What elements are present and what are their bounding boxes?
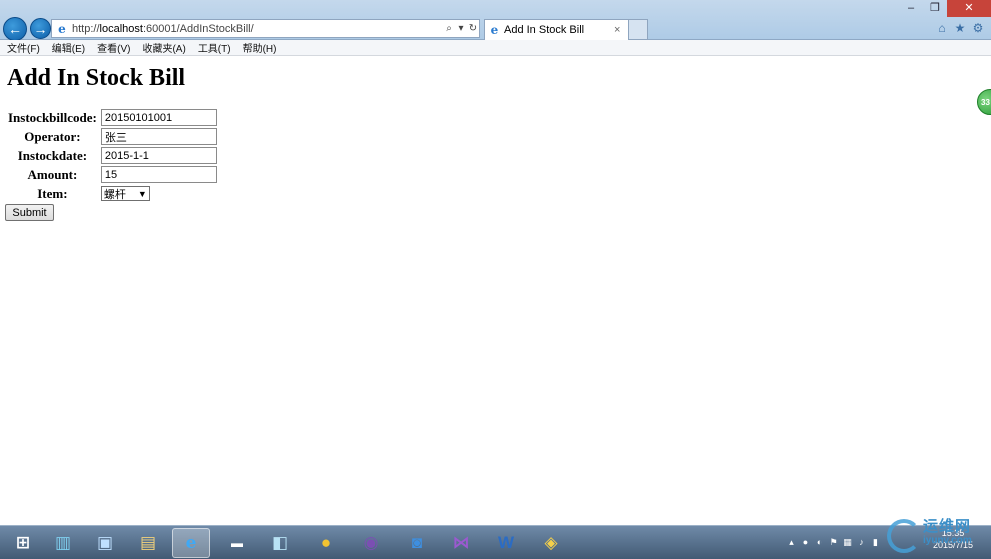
menu-edit[interactable]: 编辑(E) xyxy=(52,40,85,55)
chevron-down-icon: ▼ xyxy=(137,188,147,199)
form-row-item: Item: 螺杆 ▼ xyxy=(7,185,218,202)
forward-arrow-icon: → xyxy=(33,20,48,37)
instockbillcode-input[interactable] xyxy=(100,109,217,126)
minimize-button[interactable]: – xyxy=(899,0,923,17)
floating-badge[interactable]: 33 xyxy=(977,89,991,115)
dropdown-icon[interactable]: ▾ xyxy=(455,23,467,34)
browser-chrome: – ❐ ✕ ← → e http://localhost:60001/AddIn… xyxy=(0,0,991,41)
url-prefix: http:// xyxy=(72,22,100,35)
yellow-app-icon[interactable]: ● xyxy=(307,528,345,558)
item-label: Item: xyxy=(37,185,68,201)
python-icon[interactable]: ◈ xyxy=(532,528,570,558)
menu-tools[interactable]: 工具(T) xyxy=(198,40,231,55)
tray-arrow-icon[interactable]: ▴ xyxy=(786,537,797,548)
ie-tab-icon: e xyxy=(490,23,499,37)
tray-flag-icon[interactable]: ⚑ xyxy=(828,537,839,548)
instockbillcode-label: Instockbillcode: xyxy=(8,109,97,125)
menu-favorites[interactable]: 收藏夹(A) xyxy=(142,40,185,55)
server-manager-icon[interactable]: ▥ xyxy=(44,528,82,558)
internet-explorer-icon[interactable]: e xyxy=(172,528,210,558)
tray-signal-icon[interactable]: ▮ xyxy=(870,537,881,548)
instockdate-label: Instockdate: xyxy=(17,147,88,163)
word-icon[interactable]: W xyxy=(487,528,525,558)
item-select[interactable]: 螺杆 ▼ xyxy=(100,186,150,201)
eclipse-icon[interactable]: ◉ xyxy=(352,528,390,558)
visual-studio-icon[interactable]: ⋈ xyxy=(442,528,480,558)
amount-input[interactable] xyxy=(100,166,217,183)
remote-desktop-icon[interactable]: ▣ xyxy=(86,528,124,558)
watermark-url: iyunv.com xyxy=(923,535,972,546)
new-tab-button[interactable] xyxy=(629,19,648,40)
url-host: localhost xyxy=(99,22,143,35)
windows-start-icon[interactable]: ⊞ xyxy=(4,528,42,558)
tray-network-icon[interactable]: ▦ xyxy=(842,537,853,548)
browser-tools: ⌂ ★ ⚙ xyxy=(935,21,985,35)
favorites-icon[interactable]: ★ xyxy=(953,21,967,35)
watermark-brand: 运维网 xyxy=(923,518,972,535)
address-url[interactable]: http://localhost:60001/AddInStockBill/ xyxy=(72,23,443,35)
tray-volume-icon[interactable]: ♪ xyxy=(856,537,867,548)
home-icon[interactable]: ⌂ xyxy=(935,21,949,35)
menu-file[interactable]: 文件(F) xyxy=(7,40,40,55)
operator-label: Operator: xyxy=(24,128,81,144)
restore-button[interactable]: ❐ xyxy=(923,0,947,17)
stock-bill-form: Instockbillcode: Operator: Instockdate: … xyxy=(5,107,220,204)
page-content: Add In Stock Bill Instockbillcode: Opera… xyxy=(0,57,991,525)
search-icon[interactable]: ⌕ xyxy=(443,23,455,34)
window-caption-buttons: – ❐ ✕ xyxy=(899,0,991,17)
close-window-button[interactable]: ✕ xyxy=(947,0,991,17)
notepad-icon[interactable]: ◧ xyxy=(261,528,299,558)
url-rest: :60001/AddInStockBill/ xyxy=(142,22,254,35)
watermark-logo-icon xyxy=(887,519,921,553)
tray-green-icon[interactable]: ● xyxy=(800,537,811,548)
tab-add-in-stock-bill[interactable]: e Add In Stock Bill × xyxy=(484,19,629,40)
watermark: 运维网 iyunv.com xyxy=(887,515,987,555)
forward-button[interactable]: → xyxy=(30,18,51,39)
back-button[interactable]: ← xyxy=(3,17,27,41)
tab-title: Add In Stock Bill xyxy=(504,24,585,36)
sogou-icon[interactable]: ◙ xyxy=(398,528,436,558)
ie-page-icon: e xyxy=(58,21,66,36)
menu-view[interactable]: 查看(V) xyxy=(97,40,130,55)
form-row-date: Instockdate: xyxy=(7,147,218,164)
instockdate-input[interactable] xyxy=(100,147,217,164)
menu-help[interactable]: 帮助(H) xyxy=(243,40,277,55)
back-arrow-icon: ← xyxy=(8,21,22,37)
browser-window: – ❐ ✕ ← → e http://localhost:60001/AddIn… xyxy=(0,0,991,559)
file-explorer-icon[interactable]: ▤ xyxy=(129,528,167,558)
address-bar[interactable]: e http://localhost:60001/AddInStockBill/… xyxy=(51,19,480,38)
item-selected-value: 螺杆 xyxy=(103,188,126,201)
refresh-icon[interactable]: ↻ xyxy=(467,23,479,34)
submit-button[interactable]: Submit xyxy=(5,204,54,221)
operator-input[interactable] xyxy=(100,128,217,145)
form-row-amount: Amount: xyxy=(7,166,218,183)
page-title: Add In Stock Bill xyxy=(7,65,186,91)
settings-gear-icon[interactable]: ⚙ xyxy=(971,21,985,35)
tray-user-icon[interactable]: ◐ xyxy=(814,537,825,548)
form-row-code: Instockbillcode: xyxy=(7,109,218,126)
menu-bar: 文件(F) 编辑(E) 查看(V) 收藏夹(A) 工具(T) 帮助(H) xyxy=(0,40,991,56)
tab-close-icon[interactable]: × xyxy=(614,24,628,36)
amount-label: Amount: xyxy=(27,166,78,182)
form-row-operator: Operator: xyxy=(7,128,218,145)
command-prompt-icon[interactable]: ▬ xyxy=(218,528,256,558)
